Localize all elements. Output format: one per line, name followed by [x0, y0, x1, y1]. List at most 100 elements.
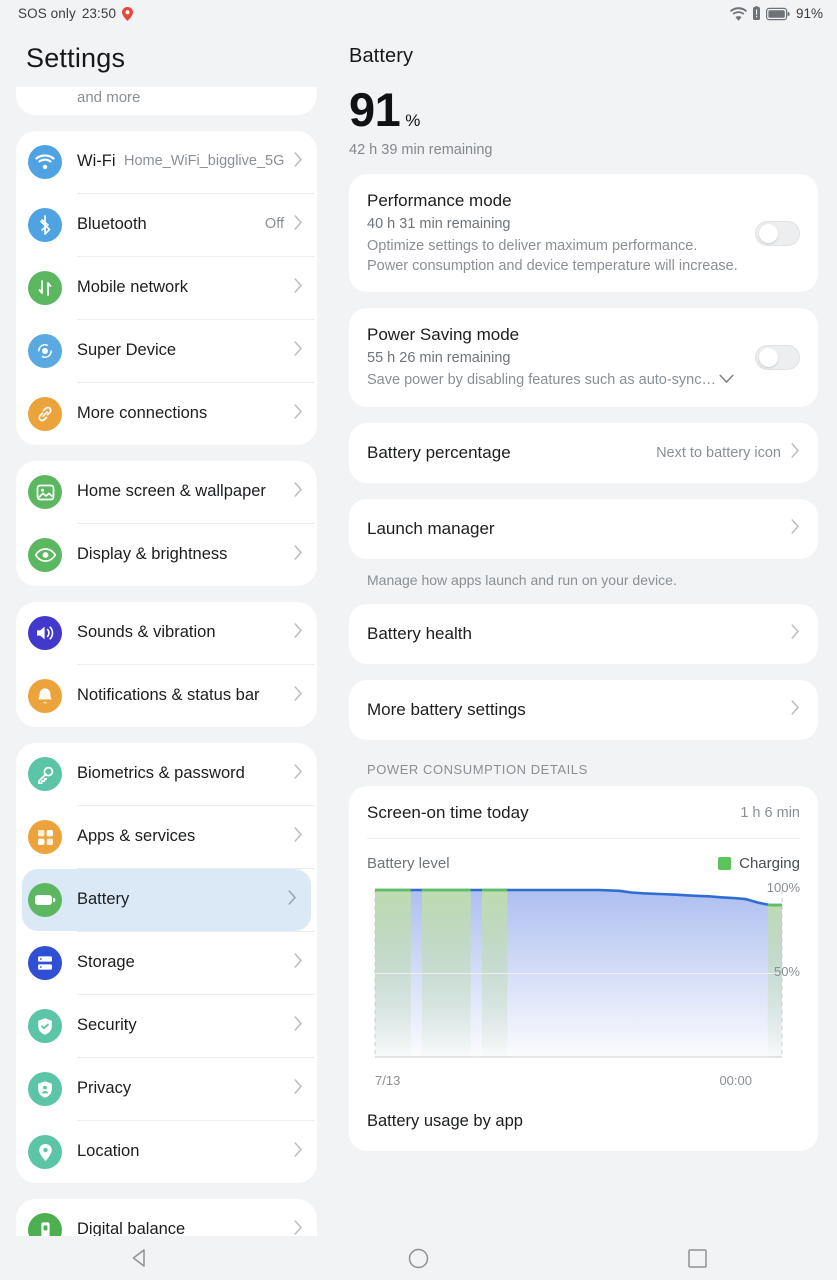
sidebar-item-location[interactable]: Location: [16, 1121, 317, 1183]
battery-detail-panel: Battery 91 % 42 h 39 min remaining Perfo…: [333, 27, 837, 1252]
mobile-network-icon: [28, 271, 62, 305]
back-icon[interactable]: [0, 1236, 279, 1280]
sidebar-item-label: Super Device: [77, 341, 177, 360]
bell-icon: [28, 679, 62, 713]
battery-remaining-label: 42 h 39 min remaining: [349, 142, 493, 158]
battery-alert-icon: [752, 6, 761, 21]
sidebar-item-apps-services[interactable]: Apps & services: [16, 806, 317, 868]
chevron-right-icon: [294, 1016, 303, 1036]
sidebar-item-wifi[interactable]: Wi-Fi Home_WiFi_bigglive_5G: [16, 131, 317, 193]
chart-title: Battery level: [367, 854, 450, 872]
legend-label-charging: Charging: [739, 854, 800, 872]
battery-percent-sign: %: [405, 111, 421, 130]
power-saving-mode-toggle[interactable]: [755, 345, 800, 371]
system-navigation-bar: [0, 1236, 837, 1280]
sidebar-item-storage[interactable]: Storage: [16, 932, 317, 994]
battery-percentage-value: Next to battery icon: [656, 444, 781, 461]
wifi-alert-icon: [729, 6, 747, 21]
sidebar-scroll-area[interactable]: and more Wi-Fi Home_WiFi_bigglive_5G Blu…: [0, 87, 333, 1252]
chevron-down-icon[interactable]: [719, 371, 734, 391]
launch-manager-card[interactable]: Launch manager: [349, 498, 818, 559]
power-saving-mode-remaining: 55 h 26 min remaining: [367, 350, 511, 367]
power-consumption-card: Screen-on time today 1 h 6 min Battery l…: [349, 785, 818, 1151]
sidebar-item-label: Privacy: [77, 1079, 132, 1098]
chart-header: Battery level Charging: [367, 839, 800, 878]
battery-usage-by-app-label: Battery usage by app: [367, 1111, 523, 1130]
sidebar-item-label: Sounds & vibration: [77, 623, 216, 642]
sidebar-item-label: Biometrics & password: [77, 764, 245, 783]
sidebar-item-label: Mobile network: [77, 278, 188, 297]
chevron-right-icon: [294, 404, 303, 424]
chevron-right-icon: [791, 518, 800, 539]
sidebar-item-notifications-status-bar[interactable]: Notifications & status bar: [16, 665, 317, 727]
status-bar-left: SOS only 23:50: [18, 6, 134, 21]
performance-mode-title: Performance mode: [367, 191, 512, 210]
sidebar-item-home-screen-wallpaper[interactable]: Home screen & wallpaper: [16, 461, 317, 523]
sidebar-item-display-brightness[interactable]: Display & brightness: [16, 524, 317, 586]
home-icon[interactable]: [279, 1236, 558, 1280]
sidebar-item-security[interactable]: Security: [16, 995, 317, 1057]
clock-label: 23:50: [81, 6, 117, 21]
sidebar-item-bluetooth[interactable]: Bluetooth Off: [16, 194, 317, 256]
chevron-right-icon: [294, 482, 303, 502]
sidebar-item-privacy[interactable]: Privacy: [16, 1058, 317, 1120]
battery-level-chart: 100% 50%: [367, 880, 800, 1070]
bluetooth-icon: [28, 208, 62, 242]
super-device-icon: [28, 334, 62, 368]
sidebar-group-display: Home screen & wallpaper Display & bright…: [16, 461, 317, 586]
chevron-right-icon: [791, 623, 800, 644]
sidebar-item-super-device[interactable]: Super Device: [16, 320, 317, 382]
carrier-label: SOS only: [18, 6, 76, 21]
chevron-right-icon: [791, 699, 800, 720]
sidebar-item-label: Home screen & wallpaper: [77, 482, 266, 501]
power-saving-mode-card[interactable]: Power Saving mode 55 h 26 min remaining …: [349, 308, 818, 407]
battery-percentage-card[interactable]: Battery percentage Next to battery icon: [349, 422, 818, 483]
screen-on-time-value: 1 h 6 min: [740, 804, 800, 821]
performance-mode-toggle[interactable]: [755, 221, 800, 247]
battery-percent-display: 91 %: [349, 68, 837, 133]
chart-xaxis: 7/13 00:00: [367, 1070, 800, 1088]
sidebar-item-more-connections[interactable]: More connections: [16, 383, 317, 445]
sidebar-item-sounds-vibration[interactable]: Sounds & vibration: [16, 602, 317, 664]
sidebar-item-label: Wi-Fi: [77, 152, 116, 171]
sidebar-item-value: Off: [264, 216, 284, 233]
sidebar-item-battery[interactable]: Battery: [22, 869, 311, 931]
chevron-right-icon: [294, 341, 303, 361]
battery-percent-number: 91: [349, 83, 401, 136]
battery-page-title: Battery: [349, 45, 414, 67]
battery-percentage-title: Battery percentage: [367, 442, 511, 462]
legend-swatch-charging: [718, 856, 732, 870]
toggle-knob: [758, 348, 778, 368]
sidebar-item-label: Apps & services: [77, 827, 196, 846]
sidebar-item-label: Notifications & status bar: [77, 686, 260, 705]
sidebar-item-biometrics-password[interactable]: Biometrics & password: [16, 743, 317, 805]
sidebar-item-label: Location: [77, 1142, 140, 1161]
more-battery-settings-card[interactable]: More battery settings: [349, 679, 818, 740]
chevron-right-icon: [294, 623, 303, 643]
battery-usage-by-app-row[interactable]: Battery usage by app: [367, 1088, 800, 1151]
power-saving-mode-description: Save power by disabling features such as…: [367, 372, 716, 389]
speaker-icon: [28, 616, 62, 650]
chart-ytick-50: 50%: [773, 963, 800, 979]
recents-icon[interactable]: [558, 1236, 837, 1280]
chevron-right-icon: [294, 953, 303, 973]
power-saving-mode-title: Power Saving mode: [367, 325, 520, 345]
screen-on-time-title: Screen-on time today: [367, 802, 529, 822]
performance-mode-remaining: 40 h 31 min remaining: [367, 216, 511, 232]
power-consumption-section-label: POWER CONSUMPTION DETAILS: [367, 761, 588, 777]
more-battery-settings-title: More battery settings: [367, 699, 526, 719]
sidebar-group-sound: Sounds & vibration Notifications & statu…: [16, 602, 317, 727]
sidebar-item-label: More connections: [77, 404, 208, 423]
chevron-right-icon: [294, 827, 303, 847]
performance-mode-card[interactable]: Performance mode 40 h 31 min remaining O…: [349, 174, 818, 293]
chart-xtick-end: 00:00: [719, 1072, 752, 1088]
location-icon: [28, 1135, 62, 1169]
chart-legend: Charging: [718, 855, 800, 872]
chevron-right-icon: [791, 442, 800, 463]
performance-mode-description: Optimize settings to deliver maximum per…: [367, 238, 738, 274]
battery-health-card[interactable]: Battery health: [349, 603, 818, 664]
app-root: Settings and more Wi-Fi Home_WiFi_biggli…: [0, 27, 837, 1252]
chevron-right-icon: [294, 1079, 303, 1099]
sidebar-group-system: Biometrics & password Apps & services Ba…: [16, 743, 317, 1183]
sidebar-item-mobile-network[interactable]: Mobile network: [16, 257, 317, 319]
